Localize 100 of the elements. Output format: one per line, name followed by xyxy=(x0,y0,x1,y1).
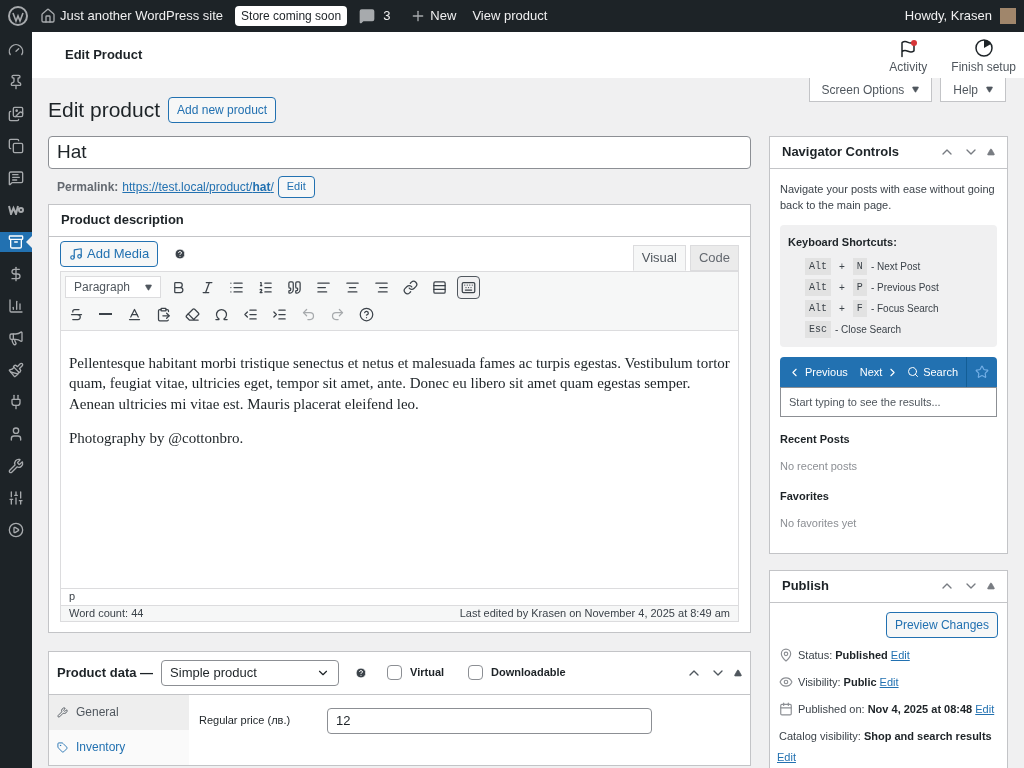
shortcut-action: - Close Search xyxy=(835,323,902,337)
toolbar-button[interactable] xyxy=(457,275,480,299)
finish-setup-button[interactable]: Finish setup xyxy=(951,38,1016,76)
editor-paragraph: Pellentesque habitant morbi tristique senectus et netus et malesuada fames ac turpis egestas. Vestibulum tortor quam, feugiat vitae, ultricies eget, tempor sit amet, ante. Donec eu libero sit amet quam egestas semper. Aenean ultricies mi vitae est. Mauris placerat eleifend leo. xyxy=(69,353,730,414)
analytics-icon xyxy=(8,298,24,314)
edit-permalink-button[interactable]: Edit xyxy=(277,175,315,198)
key-cap: Alt xyxy=(805,279,831,296)
next-button[interactable]: Next xyxy=(847,363,900,381)
checkbox[interactable] xyxy=(468,665,484,680)
navigator-search-field[interactable]: Start typing to see the results... xyxy=(780,387,997,417)
help-icon[interactable] xyxy=(174,247,187,260)
publish-value: Nov 4, 2025 at 08:48 xyxy=(867,701,973,717)
collapse-icon[interactable] xyxy=(987,582,995,590)
edit-link[interactable]: Edit xyxy=(879,673,899,690)
element-path: p xyxy=(69,589,76,605)
edit-link[interactable]: Edit xyxy=(777,748,796,765)
eye-icon xyxy=(779,674,793,689)
section-title: Recent Posts xyxy=(780,432,851,447)
key-cap: Alt xyxy=(805,258,831,275)
field-label: Regular price (лв.) xyxy=(199,713,292,729)
permalink-link[interactable]: https://test.local/product/hat/ xyxy=(122,177,274,196)
media-icon xyxy=(69,246,83,261)
publish-value: Public xyxy=(843,674,877,690)
shortcut-action: - Focus Search xyxy=(870,302,939,316)
format-select[interactable]: Paragraph xyxy=(65,276,161,298)
permalink-label: Permalink: xyxy=(57,178,119,196)
caret-icon xyxy=(986,86,993,93)
appearance-icon xyxy=(8,362,24,378)
section-title: Favorites xyxy=(780,489,830,504)
key-cap: Esc xyxy=(805,321,831,338)
bold-icon xyxy=(171,279,186,295)
last-edited: Last edited by Krasen on November 4, 2025 at 8:49 am xyxy=(459,605,730,621)
comment-icon xyxy=(359,8,376,24)
publish-label: Published on: xyxy=(798,701,865,717)
publish-label: Catalog visibility: xyxy=(779,728,861,744)
edit-link[interactable]: Edit xyxy=(975,700,995,717)
wordpress-logo-icon[interactable] xyxy=(8,6,28,26)
search-button[interactable]: Search xyxy=(907,363,966,381)
editor-paragraph: Photography by @cottonbro. xyxy=(69,428,245,448)
key-cap: P xyxy=(852,279,867,296)
collapse-icon[interactable] xyxy=(987,148,995,156)
indent-icon xyxy=(272,306,287,322)
screen-meta-tab[interactable]: Help xyxy=(940,78,1006,102)
woo-logo-icon xyxy=(8,205,24,215)
pin-icon xyxy=(8,74,24,90)
help-icon xyxy=(359,306,374,322)
checkbox-label: Virtual xyxy=(410,665,445,681)
empty-message: No favorites yet xyxy=(780,515,858,531)
word-count: Word count: 44 xyxy=(69,605,144,621)
previous-button[interactable]: Previous xyxy=(780,363,848,381)
view-product-link[interactable]: View product xyxy=(472,6,548,26)
panel-title: Product description xyxy=(61,211,184,230)
toolbar-toggle-icon xyxy=(461,279,476,295)
publish-value: Shop and search results xyxy=(863,728,992,744)
empty-message: No recent posts xyxy=(780,458,859,474)
flag-icon xyxy=(899,40,918,58)
plus-sign: + xyxy=(838,281,846,295)
add-media-button[interactable]: Add Media xyxy=(60,240,159,267)
home-icon xyxy=(40,8,56,24)
editor-tab[interactable]: Code xyxy=(689,244,739,271)
price-field[interactable]: 12 xyxy=(327,707,652,734)
new-link[interactable]: New xyxy=(430,6,457,26)
numbers-icon xyxy=(258,279,273,295)
star-icon xyxy=(975,365,989,379)
edit-link[interactable]: Edit xyxy=(890,646,910,663)
align-left-icon xyxy=(316,279,331,295)
caret-icon xyxy=(145,283,152,291)
publish-label: Visibility: xyxy=(798,674,841,690)
editor-tab[interactable]: Visual xyxy=(632,244,686,271)
activity-button[interactable]: Activity xyxy=(889,40,928,76)
preview-changes-button[interactable]: Preview Changes xyxy=(885,611,998,638)
add-new-product-button[interactable]: Add new product xyxy=(168,96,277,123)
comments-icon xyxy=(8,170,24,186)
caret-icon xyxy=(912,86,920,93)
help-icon[interactable] xyxy=(355,666,368,679)
media-icon xyxy=(8,106,24,122)
howdy-link[interactable]: Howdy, Krasen xyxy=(904,6,992,26)
comment-count-link[interactable]: 3 xyxy=(383,6,391,26)
screen-meta-tab[interactable]: Screen Options xyxy=(808,78,933,102)
publish-value: Published xyxy=(835,647,888,663)
product-data-tab[interactable]: Inventory xyxy=(49,729,189,765)
collapse-icon[interactable] xyxy=(734,668,742,677)
product-title-field[interactable]: Hat xyxy=(48,135,751,169)
panel-title: Product data — xyxy=(57,663,154,682)
site-name-link[interactable]: Just another WordPress site xyxy=(60,6,224,26)
product-type-select[interactable]: Simple product xyxy=(161,659,340,686)
key-cap: N xyxy=(852,258,867,275)
tag-icon xyxy=(57,741,68,753)
plus-sign: + xyxy=(838,302,846,316)
more-icon xyxy=(432,279,447,295)
pin-icon xyxy=(779,647,793,662)
shortcuts-title: Keyboard Shortcuts: xyxy=(788,234,898,250)
checkbox[interactable] xyxy=(387,665,403,680)
product-data-tab[interactable]: General xyxy=(49,694,189,730)
italic-icon xyxy=(200,279,215,295)
sidebar-item[interactable] xyxy=(0,232,32,252)
store-status-badge[interactable]: Store coming soon xyxy=(235,6,348,26)
key-cap: F xyxy=(852,300,867,317)
text-color-icon xyxy=(127,306,142,322)
users-icon xyxy=(8,426,24,442)
